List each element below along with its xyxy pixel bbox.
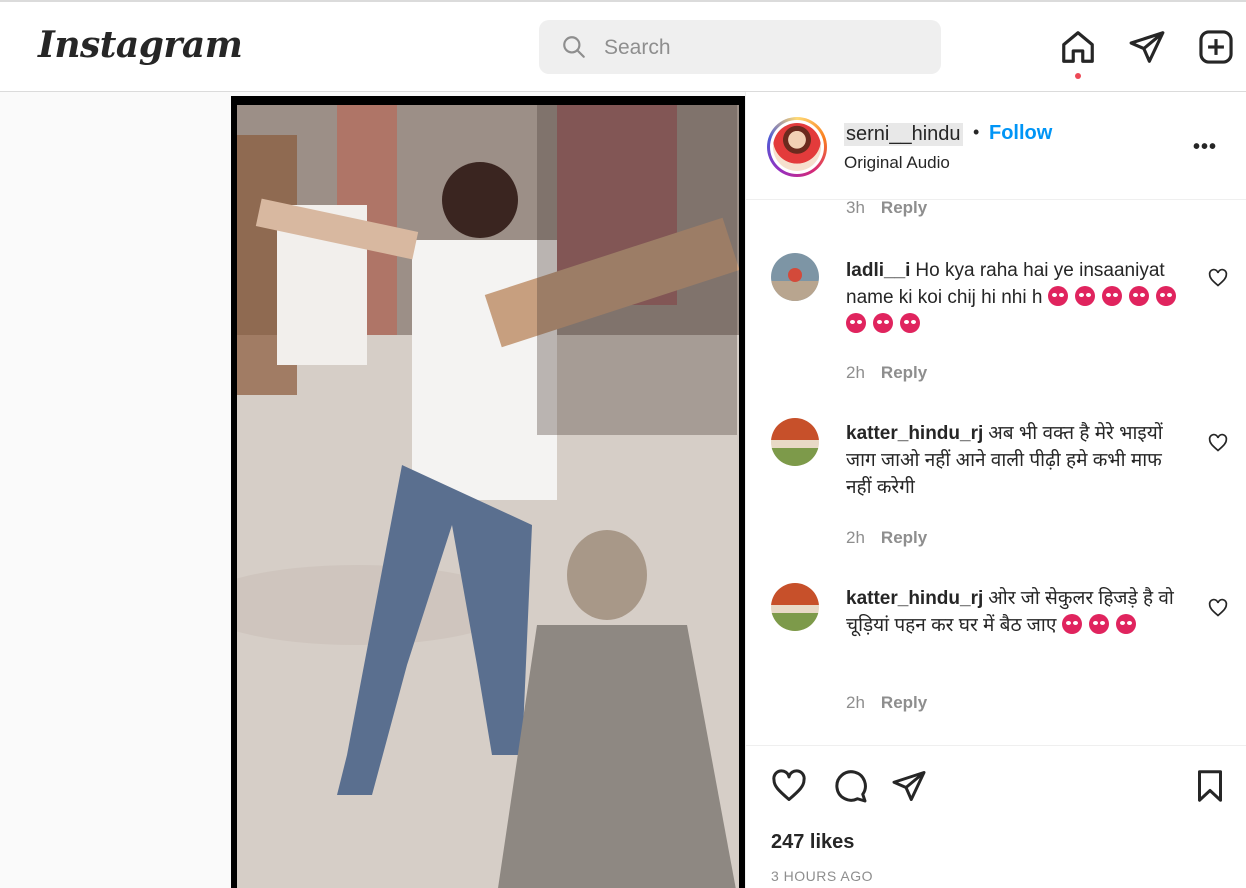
angry-face-emoji (1061, 614, 1082, 634)
reply-button[interactable]: Reply (881, 693, 927, 712)
angry-face-emoji (1115, 614, 1136, 634)
separator-dot: • (973, 122, 980, 142)
save-bookmark-icon[interactable] (1192, 768, 1228, 804)
follow-button[interactable]: Follow (989, 122, 1052, 145)
comment-username[interactable]: ladli__i (846, 260, 910, 281)
commenter-avatar[interactable] (771, 418, 819, 466)
angry-face-emoji (1074, 286, 1095, 306)
angry-face-emoji (1088, 614, 1109, 634)
share-paper-plane-icon[interactable] (891, 768, 927, 804)
like-comment-heart-icon[interactable] (1208, 433, 1228, 453)
commenter-avatar[interactable] (771, 583, 819, 631)
like-comment-heart-icon[interactable] (1208, 598, 1228, 618)
search-placeholder: Search (604, 36, 671, 59)
angry-face-emoji (1101, 286, 1122, 306)
home-notification-dot (1075, 73, 1081, 79)
comment-time: 2h (846, 528, 865, 547)
angry-face-emoji (1128, 286, 1149, 306)
post-timestamp: 3 HOURS AGO (771, 868, 873, 884)
reply-button[interactable]: Reply (881, 363, 927, 382)
reply-button[interactable]: Reply (881, 200, 927, 217)
post-header: serni__hindu • Follow Original Audio ••• (746, 92, 1246, 200)
post-details-panel: serni__hindu • Follow Original Audio •••… (745, 92, 1246, 888)
search-input[interactable]: Search (539, 20, 941, 74)
original-audio-link[interactable]: Original Audio (844, 153, 950, 173)
home-icon[interactable] (1059, 28, 1097, 66)
comment-time: 2h (846, 693, 865, 712)
instagram-logo[interactable]: Instagram (38, 24, 243, 66)
angry-face-emoji (873, 313, 893, 333)
likes-count[interactable]: 247 likes (771, 831, 854, 854)
comment-time: 2h (846, 363, 865, 382)
angry-face-emoji (900, 313, 920, 333)
comment-username[interactable]: katter_hindu_rj (846, 588, 983, 609)
author-username[interactable]: serni__hindu (844, 123, 963, 146)
comment-body: ladli__i Ho kya raha hai ye insaaniyat na… (846, 257, 1191, 338)
comment-meta: 3h Reply (846, 200, 927, 218)
post-actions: 247 likes 3 HOURS AGO (746, 745, 1246, 888)
comments-list: 3h Reply ladli__i Ho kya raha hai ye insaa… (746, 200, 1246, 745)
angry-face-emoji (1047, 286, 1068, 306)
paper-plane-icon[interactable] (1128, 28, 1166, 66)
video-frame[interactable] (237, 105, 739, 888)
like-comment-heart-icon[interactable] (1208, 268, 1228, 288)
angry-face-emoji (846, 313, 866, 333)
author-avatar[interactable] (767, 117, 827, 177)
comment-body: katter_hindu_rj अब भी वक्त है मेरे भाइयों… (846, 420, 1191, 501)
emoji-group (1061, 614, 1143, 636)
more-options-icon[interactable]: ••• (1193, 136, 1217, 159)
search-icon (563, 36, 585, 58)
post-media[interactable] (231, 96, 745, 888)
reply-button[interactable]: Reply (881, 528, 927, 547)
video-scene (237, 105, 739, 888)
comment-username[interactable]: katter_hindu_rj (846, 423, 983, 444)
comment-meta: 2h Reply (846, 693, 927, 713)
comment-bubble-icon[interactable] (832, 768, 868, 804)
comment-meta: 2h Reply (846, 363, 927, 383)
comment-time: 3h (846, 200, 865, 217)
comment-meta: 2h Reply (846, 528, 927, 548)
angry-face-emoji (1155, 286, 1176, 306)
plus-square-icon[interactable] (1197, 28, 1235, 66)
commenter-avatar[interactable] (771, 253, 819, 301)
comment-body: katter_hindu_rj ओर जो सेकुलर हिजड़े है वो… (846, 585, 1191, 639)
avatar-image (773, 123, 821, 171)
like-heart-icon[interactable] (771, 768, 807, 804)
top-navbar: Instagram Search (0, 2, 1246, 92)
